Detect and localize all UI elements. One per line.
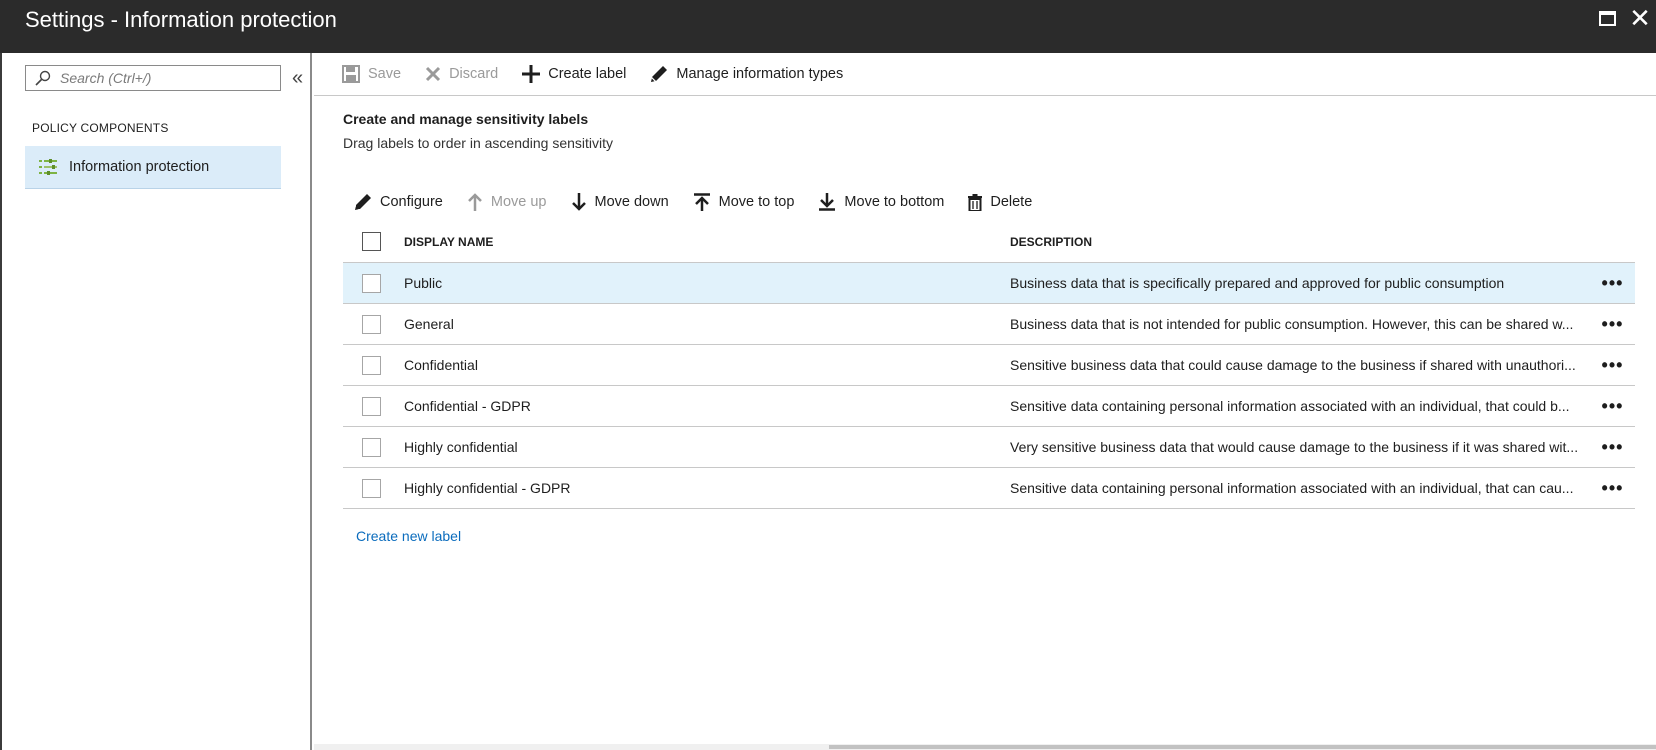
label-description: Very sensitive business data that would … <box>1010 439 1579 455</box>
scrollbar-thumb[interactable] <box>829 745 1656 749</box>
pencil-icon <box>651 66 668 82</box>
discard-button[interactable]: Discard <box>425 66 498 82</box>
create-label-button[interactable]: Create label <box>522 65 626 83</box>
row-checkbox[interactable] <box>362 396 381 416</box>
table-row[interactable]: Confidential - GDPR Sensitive data conta… <box>343 386 1635 427</box>
column-header-display-name[interactable]: DISPLAY NAME <box>404 235 1010 249</box>
policy-list-icon <box>25 159 65 175</box>
horizontal-scrollbar[interactable] <box>314 744 1656 750</box>
more-options-icon[interactable]: ••• <box>1590 314 1635 335</box>
search-box[interactable] <box>25 65 281 91</box>
configure-label: Configure <box>380 194 443 210</box>
move-to-bottom-label: Move to bottom <box>844 194 945 210</box>
window-titlebar: Settings - Information protection ✕ <box>0 0 1656 53</box>
row-checkbox[interactable] <box>362 355 381 375</box>
move-down-button[interactable]: Move down <box>571 193 669 211</box>
more-options-icon[interactable]: ••• <box>1590 478 1635 499</box>
delete-label: Delete <box>990 194 1033 210</box>
row-checkbox[interactable] <box>362 478 381 498</box>
sidebar-item-label: Information protection <box>69 159 210 175</box>
move-up-button[interactable]: Move up <box>467 193 547 211</box>
pencil-icon <box>355 194 371 210</box>
page-heading: Create and manage sensitivity labels <box>343 111 589 127</box>
label-description: Sensitive data containing personal infor… <box>1010 480 1574 496</box>
table-header: DISPLAY NAME DESCRIPTION <box>343 221 1635 263</box>
section-label: POLICY COMPONENTS <box>32 121 169 135</box>
delete-button[interactable]: Delete <box>968 193 1033 211</box>
label-action-bar: Configure Move up Move down Move to top … <box>354 187 1056 217</box>
main-panel: Save Discard Create label Manage informa… <box>314 53 1656 750</box>
search-icon <box>26 70 60 86</box>
manage-information-types-label: Manage information types <box>676 66 844 82</box>
labels-table: DISPLAY NAME DESCRIPTION Public Business… <box>343 221 1635 509</box>
more-options-icon[interactable]: ••• <box>1590 396 1635 417</box>
row-checkbox[interactable] <box>362 437 381 457</box>
table-row[interactable]: General Business data that is not intend… <box>343 304 1635 345</box>
select-all-checkbox[interactable] <box>362 232 381 251</box>
create-new-label-link[interactable]: Create new label <box>356 528 461 544</box>
more-options-icon[interactable]: ••• <box>1590 437 1635 458</box>
arrow-to-top-icon <box>693 193 710 211</box>
page-subheading: Drag labels to order in ascending sensit… <box>343 135 614 151</box>
more-options-icon[interactable]: ••• <box>1590 273 1635 294</box>
create-label-label: Create label <box>548 66 627 82</box>
table-row[interactable]: Confidential Sensitive business data tha… <box>343 345 1635 386</box>
configure-button[interactable]: Configure <box>354 193 443 211</box>
label-description: Business data that is not intended for p… <box>1010 316 1574 332</box>
label-description: Sensitive data containing personal infor… <box>1010 398 1570 414</box>
move-to-top-label: Move to top <box>718 194 795 210</box>
label-name: Highly confidential - GDPR <box>404 480 571 496</box>
label-description: Business data that is specifically prepa… <box>1010 275 1505 291</box>
label-name: Highly confidential <box>404 439 518 455</box>
arrow-to-bottom-icon <box>819 193 836 211</box>
label-name: Confidential <box>404 357 478 373</box>
move-up-label: Move up <box>490 194 547 210</box>
save-button[interactable]: Save <box>342 65 401 83</box>
window-title: Settings - Information protection <box>25 7 337 32</box>
more-options-icon[interactable]: ••• <box>1590 355 1635 376</box>
discard-icon <box>426 66 441 82</box>
discard-label: Discard <box>449 66 499 82</box>
manage-information-types-button[interactable]: Manage information types <box>650 65 843 83</box>
sidebar-item-information-protection[interactable]: Information protection <box>25 146 281 189</box>
label-name: Public <box>404 275 443 291</box>
save-icon <box>342 65 360 83</box>
maximize-icon[interactable] <box>1592 4 1622 32</box>
save-label: Save <box>368 66 402 82</box>
move-to-top-button[interactable]: Move to top <box>693 193 795 211</box>
label-name: General <box>404 316 454 332</box>
table-row[interactable]: Highly confidential Very sensitive busin… <box>343 427 1635 468</box>
sidebar: « POLICY COMPONENTS Information protecti… <box>2 53 312 750</box>
move-to-bottom-button[interactable]: Move to bottom <box>818 193 944 211</box>
move-down-label: Move down <box>594 194 669 210</box>
collapse-sidebar-icon[interactable]: « <box>292 65 303 91</box>
search-input[interactable] <box>60 70 270 86</box>
label-description: Sensitive business data that could cause… <box>1010 357 1576 373</box>
arrow-up-icon <box>467 193 482 211</box>
row-checkbox[interactable] <box>362 314 381 334</box>
table-row[interactable]: Public Business data that is specificall… <box>343 263 1635 304</box>
arrow-down-icon <box>571 193 586 211</box>
column-header-description[interactable]: DESCRIPTION <box>1010 235 1590 249</box>
plus-icon <box>522 65 541 83</box>
row-checkbox[interactable] <box>362 273 381 293</box>
trash-icon <box>968 193 983 211</box>
label-name: Confidential - GDPR <box>404 398 531 414</box>
close-icon[interactable]: ✕ <box>1625 3 1655 33</box>
table-row[interactable]: Highly confidential - GDPR Sensitive dat… <box>343 468 1635 509</box>
command-bar: Save Discard Create label Manage informa… <box>314 53 1656 96</box>
